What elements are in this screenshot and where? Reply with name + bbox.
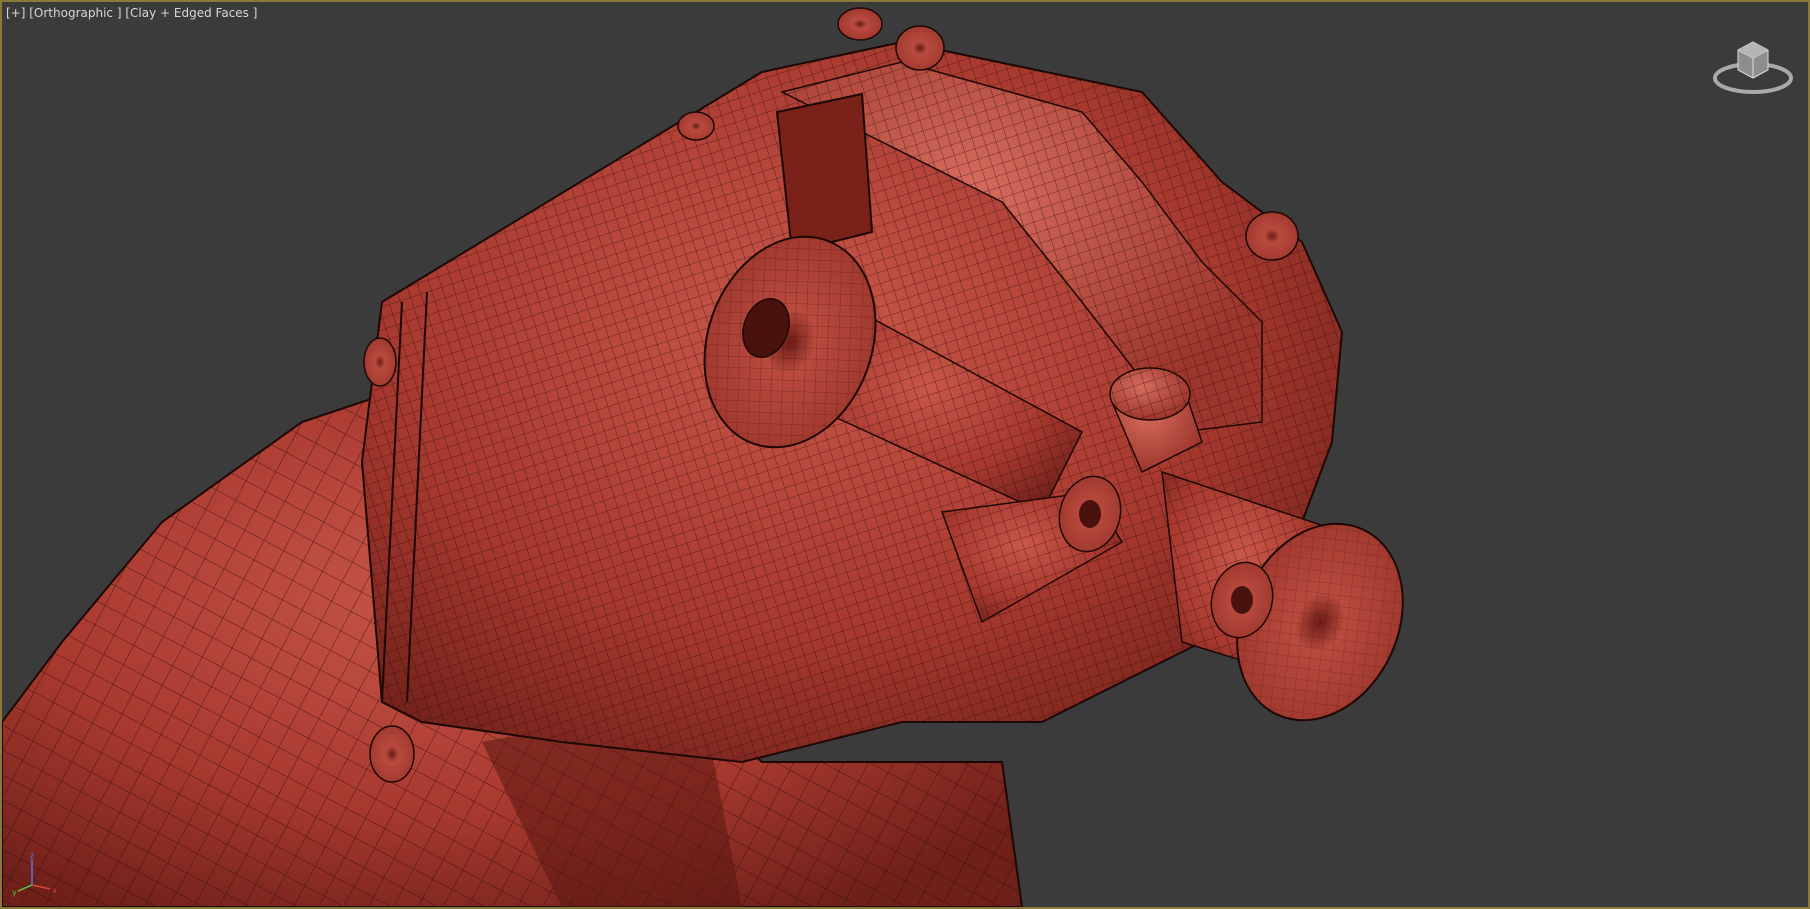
shading-mode-button[interactable]: [Clay + Edged Faces ] [125, 6, 257, 20]
axis-x-line [31, 884, 51, 890]
viewport-menu-button[interactable]: [+] [6, 6, 25, 20]
viewport-perspective[interactable]: [+] [Orthographic ] [Clay + Edged Faces … [0, 0, 1810, 909]
view-mode-button[interactable]: [Orthographic ] [29, 6, 121, 20]
axis-y-line [17, 884, 33, 892]
axis-y-label: y [12, 888, 17, 897]
axis-x-label: x [52, 886, 56, 895]
viewcube-icon[interactable] [1712, 30, 1794, 98]
mesh-render[interactable] [2, 2, 1808, 907]
viewport-label-bar: [+] [Orthographic ] [Clay + Edged Faces … [6, 6, 257, 20]
axis-tripod-icon: z x y [12, 851, 56, 897]
axis-z-label: z [30, 851, 34, 860]
